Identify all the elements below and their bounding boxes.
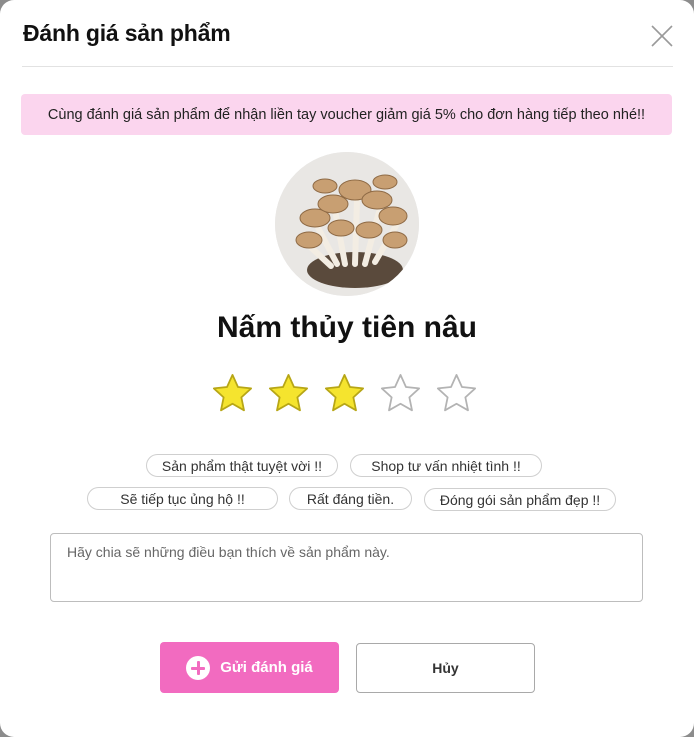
tag-chip-label: Đóng gói sản phẩm đẹp !! bbox=[439, 491, 601, 508]
tag-chip-label: Shop tư vấn nhiệt tình !! bbox=[371, 457, 521, 474]
star-empty-icon[interactable] bbox=[433, 370, 480, 417]
tag-chip-label: Rất đáng tiền. bbox=[306, 490, 395, 507]
close-button[interactable] bbox=[648, 22, 676, 50]
star-empty-icon[interactable] bbox=[377, 370, 424, 417]
voucher-banner: Cùng đánh giá sản phẩm để nhận liền tay … bbox=[21, 94, 672, 135]
tag-chip-label: Sẽ tiếp tục ủng hộ !! bbox=[120, 490, 245, 507]
review-textarea[interactable] bbox=[50, 533, 643, 602]
tag-chip[interactable]: Sản phẩm thật tuyệt vời !! bbox=[146, 454, 338, 477]
product-name: Nấm thủy tiên nâu bbox=[216, 311, 478, 344]
plus-circle-icon bbox=[186, 655, 211, 680]
tag-chip[interactable]: Sẽ tiếp tục ủng hộ !! bbox=[87, 487, 278, 510]
cancel-button[interactable]: Hủy bbox=[356, 643, 535, 693]
star-filled-icon[interactable] bbox=[321, 370, 368, 417]
header-divider bbox=[22, 66, 673, 67]
cancel-label: Hủy bbox=[432, 660, 459, 676]
tag-chip[interactable]: Rất đáng tiền. bbox=[289, 487, 412, 510]
submit-review-button[interactable]: Gửi đánh giá bbox=[160, 642, 339, 693]
star-rating[interactable] bbox=[209, 370, 480, 417]
star-filled-icon[interactable] bbox=[265, 370, 312, 417]
product-image bbox=[275, 152, 419, 296]
review-modal: Đánh giá sản phẩm Cùng đánh giá sản phẩm… bbox=[0, 0, 694, 737]
voucher-banner-text: Cùng đánh giá sản phẩm để nhận liền tay … bbox=[47, 106, 646, 123]
mushroom-image bbox=[275, 152, 419, 296]
close-icon bbox=[651, 25, 673, 47]
tag-chip[interactable]: Shop tư vấn nhiệt tình !! bbox=[350, 454, 542, 477]
tag-chip-label: Sản phẩm thật tuyệt vời !! bbox=[161, 457, 323, 474]
tag-chip[interactable]: Đóng gói sản phẩm đẹp !! bbox=[424, 488, 616, 511]
star-filled-icon[interactable] bbox=[209, 370, 256, 417]
modal-title: Đánh giá sản phẩm bbox=[23, 20, 231, 46]
submit-review-label: Gửi đánh giá bbox=[220, 659, 313, 676]
